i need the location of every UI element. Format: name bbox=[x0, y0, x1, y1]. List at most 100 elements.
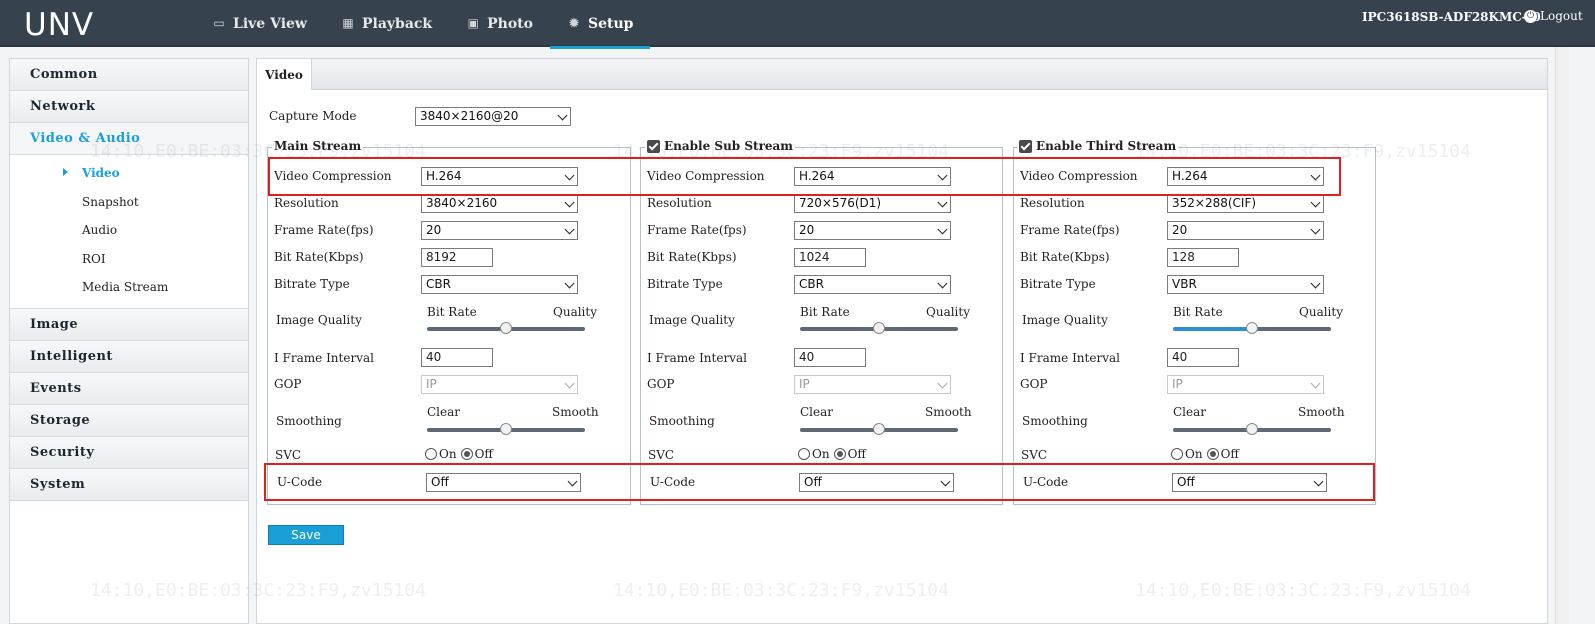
capture-mode-label: Capture Mode bbox=[269, 109, 357, 123]
sidebar-group-image[interactable]: Image bbox=[10, 308, 248, 341]
main-resolution-select[interactable]: 3840×2160 bbox=[421, 194, 578, 213]
third-gop-label: GOP bbox=[1020, 377, 1048, 391]
sidebar-group-common[interactable]: Common bbox=[10, 59, 248, 91]
third-smoothing-label: Smoothing bbox=[1022, 414, 1088, 428]
nav-setup[interactable]: ✹ Setup bbox=[549, 0, 651, 49]
sub-smoothing-slider[interactable] bbox=[800, 423, 958, 435]
main-u-code-select[interactable]: Off bbox=[426, 473, 581, 492]
monitor-icon: ▭ bbox=[213, 16, 225, 30]
chevron-down-icon bbox=[1310, 378, 1321, 389]
third-i-frame-input[interactable]: 40 bbox=[1167, 348, 1239, 367]
third-video-compression-select[interactable]: H.264 bbox=[1167, 167, 1324, 186]
enable-sub-stream-checkbox[interactable] bbox=[647, 139, 660, 153]
sidebar-item-snapshot[interactable]: Snapshot bbox=[10, 188, 248, 217]
sidebar-group-storage[interactable]: Storage bbox=[10, 404, 248, 437]
third-bit-rate-input[interactable]: 128 bbox=[1167, 248, 1239, 267]
sub-video-compression-select[interactable]: H.264 bbox=[794, 167, 951, 186]
main-gop-select: IP bbox=[421, 375, 578, 394]
enable-third-stream-checkbox[interactable] bbox=[1019, 139, 1032, 153]
film-icon: ▦ bbox=[342, 16, 354, 30]
main-bitrate-type-select[interactable]: CBR bbox=[421, 275, 578, 294]
sub-image-quality-thumb[interactable] bbox=[873, 322, 885, 334]
video-audio-submenu: Video Snapshot Audio ROI Media Stream bbox=[10, 155, 248, 309]
sub-svc-on-radio[interactable] bbox=[798, 448, 810, 460]
logout-link[interactable]: ⏻ Logout bbox=[1524, 9, 1583, 23]
main-smoothing-label: Smoothing bbox=[276, 414, 342, 428]
sub-stream-title: Enable Sub Stream bbox=[645, 139, 796, 153]
sidebar-group-network[interactable]: Network bbox=[10, 91, 248, 123]
sub-smoothing-thumb[interactable] bbox=[873, 423, 885, 435]
chevron-down-icon bbox=[567, 476, 578, 487]
sub-u-code-select[interactable]: Off bbox=[799, 473, 954, 492]
chevron-down-icon bbox=[1310, 197, 1321, 208]
sub-image-quality-slider[interactable] bbox=[800, 322, 958, 334]
third-frame-rate-select[interactable]: 20 bbox=[1167, 221, 1324, 240]
sidebar-item-media-stream[interactable]: Media Stream bbox=[10, 273, 248, 302]
sidebar-group-events[interactable]: Events bbox=[10, 372, 248, 405]
sidebar-group-security[interactable]: Security bbox=[10, 436, 248, 469]
sub-svc-off-radio[interactable] bbox=[833, 448, 846, 460]
nav-photo[interactable]: ▣ Photo bbox=[449, 0, 550, 47]
main-svc-off-radio[interactable] bbox=[460, 448, 473, 460]
capture-mode-value: 3840×2160@20 bbox=[420, 109, 519, 123]
third-resolution-select[interactable]: 352×288(CIF) bbox=[1167, 194, 1324, 213]
tab-bar: Video bbox=[257, 59, 1547, 90]
chevron-down-icon bbox=[1310, 224, 1321, 235]
main-bit-rate-input[interactable]: 8192 bbox=[421, 248, 493, 267]
sub-bitrate-type-select[interactable]: CBR bbox=[794, 275, 951, 294]
sidebar-group-intelligent[interactable]: Intelligent bbox=[10, 340, 248, 373]
third-svc-on-radio[interactable] bbox=[1171, 448, 1183, 460]
page-scrollbar[interactable] bbox=[1555, 47, 1569, 624]
tab-video[interactable]: Video bbox=[257, 59, 312, 90]
sidebar-group-system[interactable]: System bbox=[10, 468, 248, 501]
main-frame-rate-value: 20 bbox=[426, 223, 442, 237]
main-stream-title-text: Main Stream bbox=[274, 139, 362, 153]
sub-smoothing-clear-caption: Clear bbox=[800, 405, 834, 419]
main-iq-bitrate-caption: Bit Rate bbox=[427, 305, 477, 319]
main-video-compression-select[interactable]: H.264 bbox=[421, 167, 578, 186]
capture-mode-select[interactable]: 3840×2160@20 bbox=[415, 107, 571, 126]
sub-gop-value: IP bbox=[799, 377, 810, 391]
third-smoothing-thumb[interactable] bbox=[1246, 423, 1258, 435]
sidebar-item-roi[interactable]: ROI bbox=[10, 245, 248, 274]
main-i-frame-input[interactable]: 40 bbox=[421, 348, 493, 367]
third-frame-rate-value: 20 bbox=[1172, 223, 1188, 237]
sub-resolution-label: Resolution bbox=[647, 196, 712, 210]
sub-video-compression-label: Video Compression bbox=[647, 169, 765, 183]
main-video-compression-label: Video Compression bbox=[274, 169, 392, 183]
third-image-quality-thumb[interactable] bbox=[1246, 322, 1258, 334]
main-frame-rate-select[interactable]: 20 bbox=[421, 221, 578, 240]
third-u-code-select[interactable]: Off bbox=[1172, 473, 1327, 492]
main-image-quality-slider[interactable] bbox=[427, 322, 585, 334]
main-nav: ▭ Live View ▦ Playback ▣ Photo ✹ Setup bbox=[195, 0, 651, 49]
chevron-down-icon bbox=[937, 170, 948, 181]
third-bitrate-type-select[interactable]: VBR bbox=[1167, 275, 1324, 294]
sub-resolution-select[interactable]: 720×576(D1) bbox=[794, 194, 951, 213]
main-smoothing-thumb[interactable] bbox=[500, 423, 512, 435]
main-svc-off-label: Off bbox=[474, 447, 493, 461]
third-iq-bitrate-caption: Bit Rate bbox=[1173, 305, 1223, 319]
chevron-down-icon bbox=[564, 170, 575, 181]
main-svc-on-radio[interactable] bbox=[425, 448, 437, 460]
sub-bit-rate-input[interactable]: 1024 bbox=[794, 248, 866, 267]
sub-gop-label: GOP bbox=[647, 377, 675, 391]
nav-live-view[interactable]: ▭ Live View bbox=[195, 0, 324, 47]
third-svc-off-radio[interactable] bbox=[1206, 448, 1219, 460]
nav-playback[interactable]: ▦ Playback bbox=[324, 0, 449, 47]
main-gop-value: IP bbox=[426, 377, 437, 391]
main-resolution-value: 3840×2160 bbox=[426, 196, 498, 210]
sidebar-group-video-audio[interactable]: Video & Audio bbox=[10, 123, 248, 155]
third-smoothing-slider[interactable] bbox=[1173, 423, 1331, 435]
main-svc-on-label: On bbox=[439, 447, 457, 461]
main-smoothing-slider[interactable] bbox=[427, 423, 585, 435]
chevron-down-icon bbox=[937, 378, 948, 389]
sidebar-item-video[interactable]: Video bbox=[10, 159, 248, 188]
save-button[interactable]: Save bbox=[268, 525, 344, 545]
main-image-quality-thumb[interactable] bbox=[500, 322, 512, 334]
third-svc-on-label: On bbox=[1185, 447, 1203, 461]
third-image-quality-slider[interactable] bbox=[1173, 322, 1331, 334]
sidebar-item-audio[interactable]: Audio bbox=[10, 216, 248, 245]
sub-i-frame-input[interactable]: 40 bbox=[794, 348, 866, 367]
sub-smoothing-label: Smoothing bbox=[649, 414, 715, 428]
sub-frame-rate-select[interactable]: 20 bbox=[794, 221, 951, 240]
